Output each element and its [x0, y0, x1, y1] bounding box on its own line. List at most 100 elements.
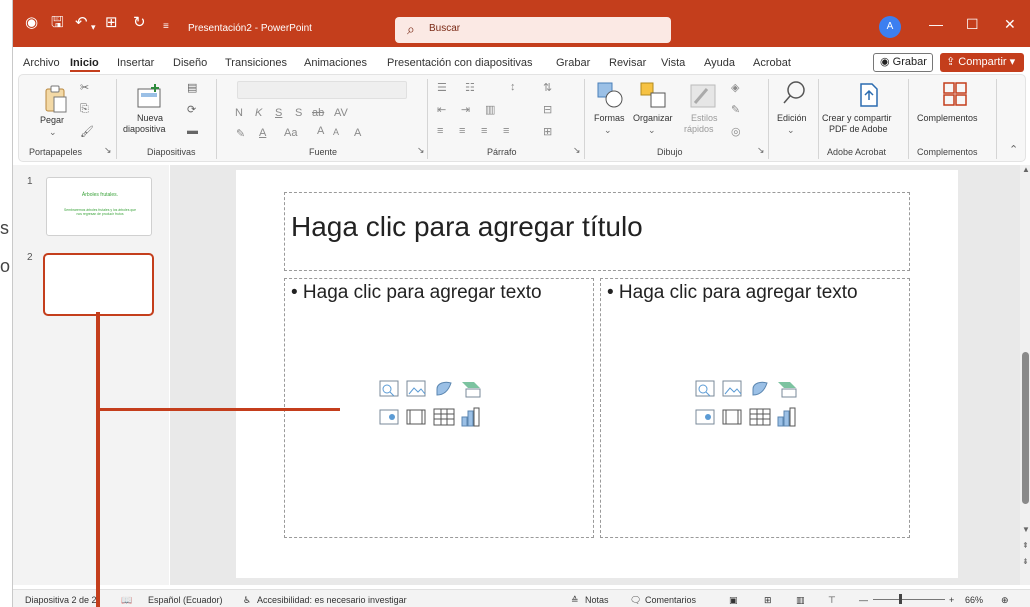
accessibility-icon[interactable]: ♿: [243, 595, 251, 606]
scroll-down-icon[interactable]: ▼: [1022, 525, 1030, 534]
line-spacing-icon[interactable]: ↕: [510, 81, 516, 93]
accessibility-status[interactable]: Accesibilidad: es necesario investigar: [257, 595, 407, 605]
create-pdf-label[interactable]: Crear y compartir: [822, 113, 892, 124]
new-slide-icon[interactable]: [136, 83, 162, 109]
change-case-button[interactable]: Aa: [284, 127, 297, 139]
numbering-icon[interactable]: ☷: [465, 81, 475, 94]
autosave-icon[interactable]: ◉: [25, 14, 38, 32]
undo-icon[interactable]: ↶: [75, 14, 88, 32]
increase-indent-icon[interactable]: ⇥: [461, 103, 470, 116]
paste-label[interactable]: Pegar: [40, 115, 64, 126]
insert-3d-model-icon[interactable]: [776, 379, 798, 399]
fit-to-window-icon[interactable]: ⊕: [1001, 595, 1009, 606]
chevron-down-icon[interactable]: ⌄: [49, 127, 57, 138]
quick-styles-icon[interactable]: [689, 83, 717, 109]
shape-fill-icon[interactable]: ◈: [731, 81, 739, 94]
format-painter-icon[interactable]: 🖌: [80, 125, 94, 138]
collapse-ribbon-icon[interactable]: ⌃: [1009, 143, 1018, 156]
record-button[interactable]: ◉ Grabar: [873, 53, 933, 72]
minimize-icon[interactable]: —: [929, 16, 943, 32]
previous-slide-icon[interactable]: ⇞: [1022, 541, 1029, 550]
underline-button[interactable]: S: [275, 107, 282, 119]
font-name-select[interactable]: [237, 81, 407, 99]
customize-toolbar-icon[interactable]: ≡: [163, 18, 169, 36]
shape-outline-icon[interactable]: ✎: [731, 103, 740, 116]
shrink-font-button[interactable]: A: [333, 127, 339, 137]
tab-presentacion[interactable]: Presentación con diapositivas: [387, 57, 533, 69]
editing-search-icon[interactable]: [781, 79, 807, 107]
notes-view-icon[interactable]: 📖: [121, 595, 132, 606]
editing-label[interactable]: Edición: [777, 113, 807, 124]
justify-icon[interactable]: ≡: [503, 125, 509, 137]
language-status[interactable]: Español (Ecuador): [148, 595, 223, 605]
cut-icon[interactable]: ✂: [80, 81, 89, 94]
zoom-slider-thumb[interactable]: [899, 594, 902, 604]
scrollbar-thumb[interactable]: [1022, 352, 1029, 504]
notes-icon[interactable]: ≙: [571, 595, 579, 606]
paste-icon[interactable]: [43, 85, 67, 113]
grow-font-button[interactable]: A: [317, 125, 324, 137]
align-center-icon[interactable]: ≡: [459, 125, 465, 137]
tab-animaciones[interactable]: Animaciones: [304, 57, 367, 69]
save-icon[interactable]: 🖫: [51, 14, 64, 32]
align-text-icon[interactable]: ⊟: [543, 103, 552, 116]
slide-thumbnail-1[interactable]: Árboles frutales. Sembraremos árboles fr…: [46, 177, 152, 236]
close-icon[interactable]: ✕: [1004, 16, 1016, 33]
arrange-label[interactable]: Organizar: [633, 113, 673, 124]
dialog-launcher-icon[interactable]: ↘: [757, 145, 765, 156]
insert-icons-icon[interactable]: [433, 379, 455, 399]
present-from-start-icon[interactable]: ⊞: [105, 14, 118, 32]
text-direction-icon[interactable]: ⇅: [543, 81, 552, 94]
insert-chart-icon[interactable]: [776, 407, 798, 427]
normal-view-icon[interactable]: ▣: [729, 595, 738, 606]
insert-table-icon[interactable]: [433, 407, 455, 427]
slide-sorter-icon[interactable]: ⊞: [764, 595, 772, 606]
insert-chart-icon[interactable]: [460, 407, 482, 427]
chevron-down-icon[interactable]: ⌄: [787, 125, 795, 136]
align-left-icon[interactable]: ≡: [437, 125, 443, 137]
reading-view-icon[interactable]: ▥: [796, 595, 805, 606]
align-right-icon[interactable]: ≡: [481, 125, 487, 137]
comments-icon[interactable]: 🗨: [630, 595, 641, 606]
search-input[interactable]: Buscar: [429, 23, 460, 34]
create-pdf-label-2[interactable]: PDF de Adobe: [829, 124, 888, 135]
shadow-button[interactable]: S: [295, 107, 302, 119]
slide-canvas[interactable]: Haga clic para agregar título • Haga cli…: [236, 170, 958, 578]
quick-styles-label[interactable]: Estilos: [691, 113, 718, 124]
avatar[interactable]: A: [879, 16, 901, 38]
undo-dropdown-icon[interactable]: ▾: [91, 18, 96, 36]
tab-ayuda[interactable]: Ayuda: [704, 57, 735, 69]
dialog-launcher-icon[interactable]: ↘: [573, 145, 581, 156]
vertical-scrollbar[interactable]: ▲ ▼ ⇞ ⇟: [1020, 165, 1030, 585]
tab-insertar[interactable]: Insertar: [117, 57, 154, 69]
columns-icon[interactable]: ▥: [485, 103, 495, 116]
maximize-icon[interactable]: ☐: [966, 16, 979, 33]
zoom-slider[interactable]: [873, 599, 945, 600]
slideshow-icon[interactable]: ⊤: [828, 595, 836, 606]
scroll-up-icon[interactable]: ▲: [1022, 165, 1030, 174]
zoom-level[interactable]: 66%: [965, 595, 983, 605]
redo-icon[interactable]: ↻: [133, 14, 146, 32]
share-button[interactable]: ⇪ Compartir ▾: [940, 53, 1024, 72]
zoom-in-icon[interactable]: +: [949, 595, 954, 605]
insert-picture-icon[interactable]: [695, 379, 717, 399]
quick-styles-label-2[interactable]: rápidos: [684, 124, 714, 135]
section-icon[interactable]: ▬: [187, 125, 198, 137]
layout-icon[interactable]: ▤: [187, 81, 197, 94]
shapes-label[interactable]: Formas: [594, 113, 625, 124]
italic-button[interactable]: K: [255, 107, 262, 119]
reset-slide-icon[interactable]: ⟳: [187, 103, 196, 116]
title-placeholder[interactable]: Haga clic para agregar título: [284, 192, 910, 271]
bullets-icon[interactable]: ☰: [437, 81, 447, 94]
copy-icon[interactable]: ⎘: [80, 103, 89, 116]
smartart-icon[interactable]: ⊞: [543, 125, 552, 138]
tab-inicio[interactable]: Inicio: [70, 57, 99, 69]
tab-acrobat[interactable]: Acrobat: [753, 57, 791, 69]
insert-stock-images-icon[interactable]: [406, 379, 428, 399]
tab-diseno[interactable]: Diseño: [173, 57, 207, 69]
arrange-icon[interactable]: [639, 81, 667, 109]
character-spacing-button[interactable]: AV: [334, 107, 348, 119]
shape-effects-icon[interactable]: ◎: [731, 125, 741, 138]
shapes-icon[interactable]: [596, 81, 624, 109]
insert-picture-icon[interactable]: [379, 379, 401, 399]
